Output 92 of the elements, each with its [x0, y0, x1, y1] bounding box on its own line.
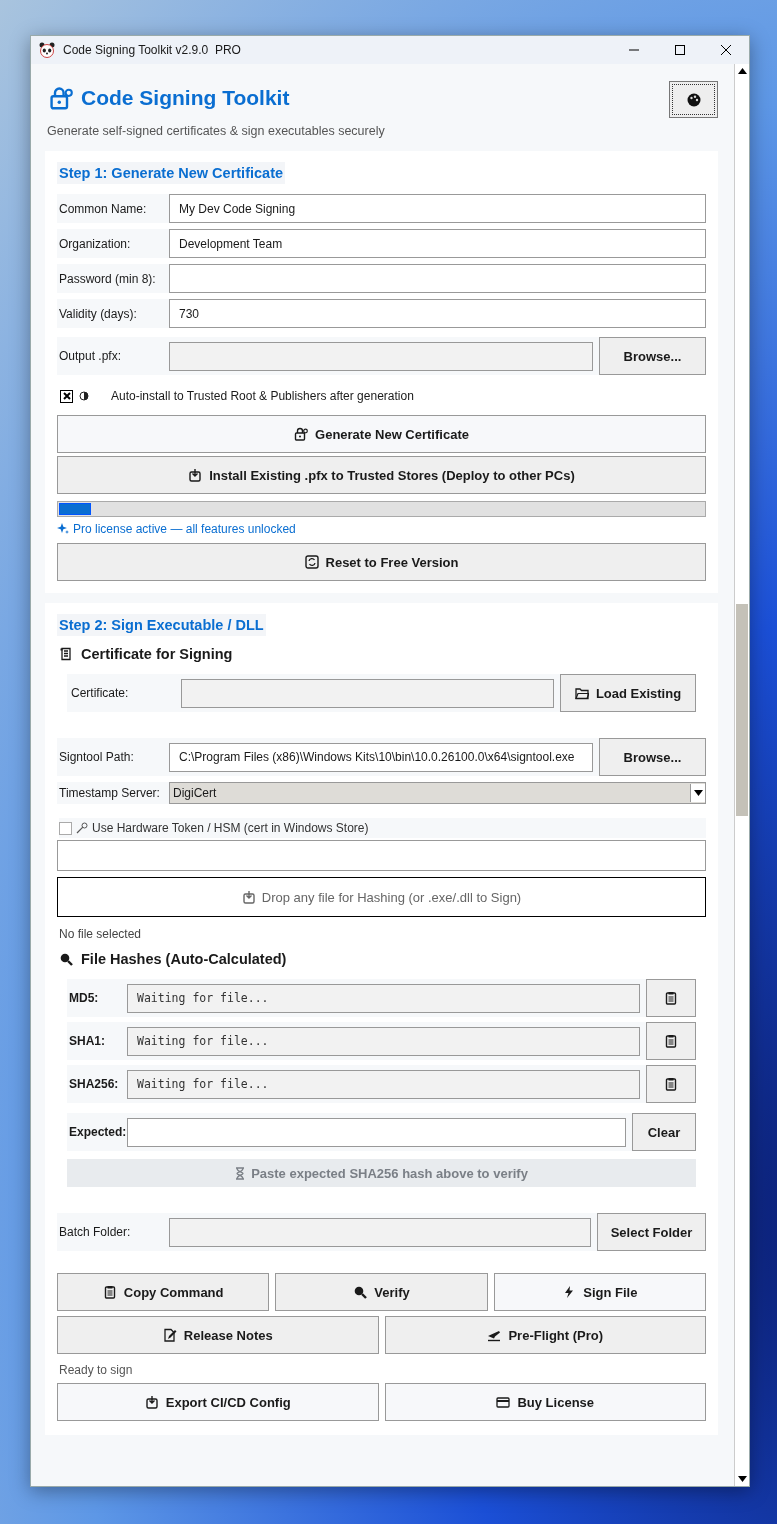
scroll-icon — [59, 647, 73, 661]
scrollbar[interactable] — [734, 64, 749, 1486]
load-existing-button[interactable]: Load Existing — [560, 674, 696, 712]
action-button[interactable]: Verify — [275, 1273, 488, 1311]
expected-hash-field[interactable] — [127, 1117, 626, 1147]
hash-label: MD5: — [68, 991, 100, 1005]
field-label: Organization: — [58, 236, 132, 251]
lock-icon — [49, 86, 73, 110]
hash-label: SHA1: — [68, 1034, 106, 1048]
file-status: No file selected — [59, 927, 143, 941]
hash-field[interactable]: Waiting for file... — [127, 1069, 640, 1099]
text-field[interactable]: 730 — [169, 299, 706, 328]
action-button[interactable]: Release Notes — [57, 1316, 379, 1354]
field-label: Batch Folder: — [58, 1225, 132, 1239]
package-icon — [241, 890, 256, 904]
airplane-icon — [487, 1328, 502, 1342]
card-icon — [496, 1395, 511, 1409]
sparkle-icon — [57, 523, 69, 535]
checkbox-label: Auto-install to Trusted Root & Publishers after generation — [111, 389, 414, 403]
hash-field[interactable]: Waiting for file... — [127, 983, 640, 1013]
search-icon — [59, 952, 73, 966]
text-field[interactable] — [57, 840, 706, 871]
hash-field[interactable]: Waiting for file... — [127, 1026, 640, 1056]
browse-button[interactable]: Browse... — [599, 337, 706, 375]
folder-icon — [574, 686, 589, 700]
package-icon — [188, 468, 203, 482]
field-label: Validity (days): — [58, 306, 138, 321]
dropdown-arrow-icon — [693, 790, 703, 796]
action-button[interactable]: Sign File — [493, 1273, 706, 1311]
subsection-heading: File Hashes (Auto-Calculated) — [81, 951, 287, 967]
timestamp-dropdown[interactable]: DigiCert — [169, 782, 706, 804]
checkbox[interactable] — [60, 389, 73, 403]
subtitle: Generate self-signed certificates & sign executables securely — [47, 124, 386, 138]
action-button[interactable]: Pre-Flight (Pro) — [384, 1316, 706, 1354]
browse-button[interactable]: Browse... — [599, 738, 706, 776]
half-circle-icon — [79, 391, 89, 401]
action-button[interactable]: Export CI/CD Config — [57, 1383, 379, 1421]
search-icon — [353, 1285, 368, 1299]
install-button[interactable]: Install Existing .pfx to Trusted Stores (Deploy to other PCs) — [57, 456, 706, 494]
text-field[interactable]: My Dev Code Signing — [169, 194, 706, 223]
hourglass-icon — [235, 1166, 246, 1180]
text-field[interactable]: Development Team — [169, 229, 706, 258]
clipboard-icon — [664, 991, 678, 1005]
field-label: Output .pfx: — [58, 349, 123, 363]
text-field[interactable] — [169, 264, 706, 293]
scrollbar-thumb[interactable] — [736, 604, 748, 816]
section-heading: Step 1: Generate New Certificate — [57, 162, 286, 184]
maximize-icon — [675, 45, 685, 55]
license-status: Pro license active — all features unlocked — [73, 522, 296, 536]
field-label: Timestamp Server: — [58, 786, 161, 800]
signtool-path-field[interactable]: C:\Program Files (x86)\Windows Kits\10\bin\10.0.26100.0\x64\signtool.exe — [169, 742, 593, 772]
window-title: Code Signing Toolkit v2.9.0 PRO — [63, 43, 241, 57]
field-label: Certificate: — [70, 686, 130, 700]
field-label: Expected: — [68, 1125, 127, 1139]
app-title: Code Signing Toolkit — [81, 86, 290, 110]
field-label: Common Name: — [58, 201, 148, 216]
key-icon — [76, 822, 88, 834]
note-icon — [162, 1328, 177, 1342]
select-folder-button[interactable]: Select Folder — [597, 1213, 706, 1251]
copy-button[interactable] — [646, 1022, 696, 1060]
certificate-field[interactable] — [181, 678, 554, 708]
panda-icon — [39, 42, 55, 58]
package-icon — [144, 1395, 159, 1409]
clipboard-icon — [664, 1077, 678, 1091]
generate-button[interactable]: Generate New Certificate — [57, 415, 706, 453]
copy-button[interactable] — [646, 1065, 696, 1103]
theme-button[interactable] — [669, 81, 718, 118]
batch-folder-field[interactable] — [169, 1217, 591, 1247]
subsection-heading: Certificate for Signing — [81, 646, 233, 662]
scroll-up-icon — [737, 68, 747, 74]
clear-button[interactable]: Clear — [632, 1113, 696, 1151]
section-heading: Step 2: Sign Executable / DLL — [57, 614, 266, 636]
palette-icon — [686, 92, 701, 107]
refresh-icon — [304, 555, 319, 569]
reset-button[interactable]: Reset to Free Version — [57, 543, 706, 581]
clipboard-icon — [102, 1285, 117, 1299]
hash-label: SHA256: — [68, 1077, 120, 1091]
drop-zone[interactable]: Drop any file for Hashing (or .exe/.dll to Sign) — [57, 877, 706, 917]
clipboard-icon — [664, 1034, 678, 1048]
checkbox[interactable] — [59, 821, 72, 835]
scroll-down-icon — [737, 1476, 747, 1482]
field-label: Signtool Path: — [58, 750, 135, 764]
status-text: Ready to sign — [59, 1363, 134, 1377]
action-button[interactable]: Buy License — [384, 1383, 706, 1421]
lock-icon — [294, 427, 309, 441]
checkbox-label: Use Hardware Token / HSM (cert in Windows Store) — [92, 821, 369, 835]
verify-status-bar: Paste expected SHA256 hash above to verify — [67, 1159, 696, 1187]
field-label: Password (min 8): — [58, 271, 157, 286]
close-icon — [721, 45, 731, 55]
copy-button[interactable] — [646, 979, 696, 1017]
action-button[interactable]: Copy Command — [57, 1273, 270, 1311]
path-field[interactable] — [169, 341, 593, 371]
